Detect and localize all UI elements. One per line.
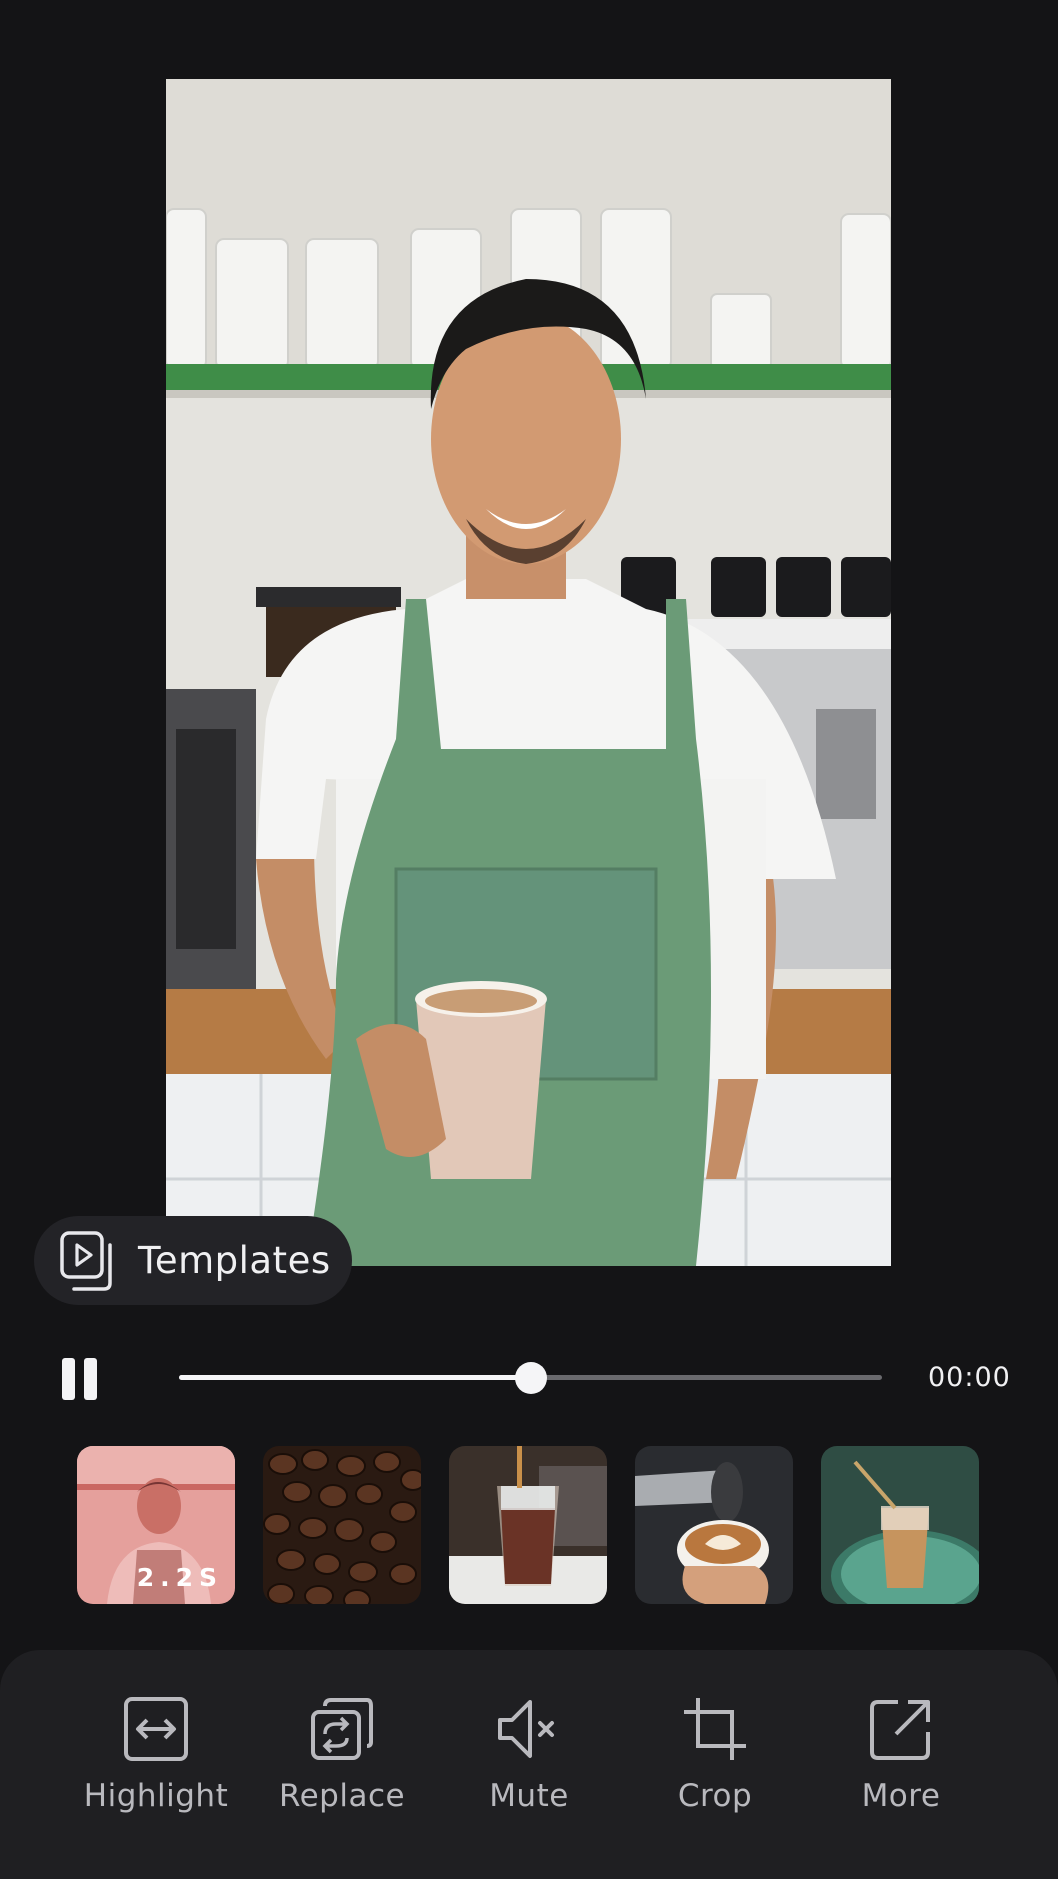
- mute-icon: [498, 1700, 554, 1758]
- clip-latte-art[interactable]: [635, 1446, 793, 1604]
- clip-iced-coffee[interactable]: [449, 1446, 607, 1604]
- clip-coffee-beans[interactable]: [263, 1446, 421, 1604]
- more-button[interactable]: More: [811, 1696, 991, 1836]
- templates-icon: [60, 1230, 112, 1291]
- mute-button[interactable]: Mute: [439, 1696, 619, 1836]
- pause-icon: [62, 1358, 75, 1400]
- share-icon: [870, 1700, 930, 1760]
- scrubber-handle[interactable]: [514, 1362, 547, 1394]
- video-preview[interactable]: [166, 79, 891, 1266]
- playback-scrubber[interactable]: [179, 1362, 882, 1394]
- crop-icon: [684, 1698, 746, 1760]
- video-editor-screen: Templates 00:00 2.2S Highlight Replace M…: [0, 0, 1058, 1879]
- highlight-button[interactable]: Highlight: [66, 1696, 246, 1836]
- clip-barista[interactable]: 2.2S: [77, 1446, 235, 1604]
- clip-duration: 2.2S: [136, 1563, 223, 1592]
- templates-label: Templates: [138, 1239, 331, 1282]
- scrubber-progress: [179, 1375, 531, 1380]
- clip-strip: 2.2S: [77, 1446, 981, 1604]
- pause-button[interactable]: [60, 1358, 100, 1400]
- templates-button[interactable]: Templates: [34, 1216, 352, 1305]
- replace-button[interactable]: Replace: [252, 1696, 432, 1836]
- replace-icon: [311, 1698, 373, 1760]
- barista-image: [166, 79, 891, 1266]
- highlight-icon: [124, 1697, 188, 1761]
- edit-toolbar: Highlight Replace Mute Crop More: [0, 1650, 1058, 1879]
- playback-time: 00:00: [928, 1362, 1011, 1393]
- clip-iced-latte[interactable]: [821, 1446, 979, 1604]
- crop-button[interactable]: Crop: [625, 1696, 805, 1836]
